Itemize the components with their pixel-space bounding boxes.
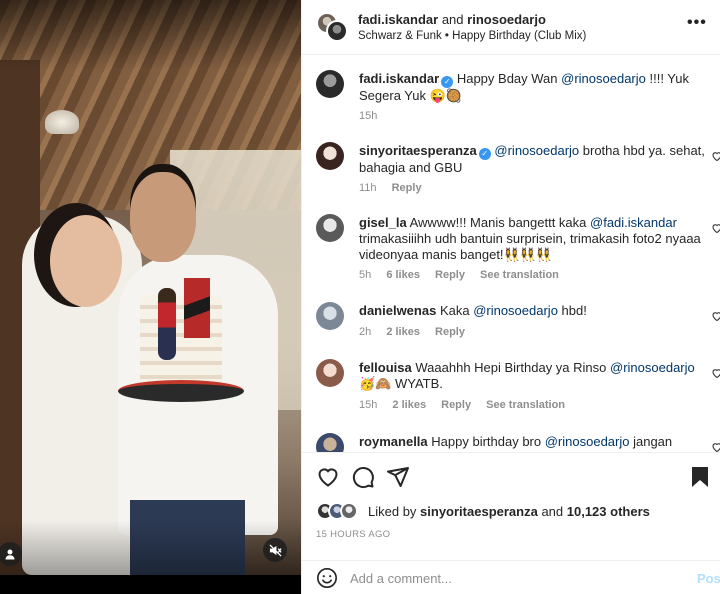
cake-plate xyxy=(118,380,244,402)
mention-link[interactable]: @rinosoedarjo xyxy=(610,360,695,375)
avatar xyxy=(340,502,358,520)
likes-count-link[interactable]: 10,123 others xyxy=(567,504,650,519)
user-icon xyxy=(5,549,15,560)
add-comment-bar: Post xyxy=(302,560,720,594)
comment-input[interactable] xyxy=(350,569,680,587)
verified-badge-icon: ✓ xyxy=(441,76,454,88)
comments-list[interactable]: fadi.iskandar ✓ Happy Bday Wan @rinosoeda… xyxy=(302,56,720,452)
username-link[interactable]: danielwenas xyxy=(359,303,436,318)
like-comment-heart-icon[interactable] xyxy=(711,222,720,234)
comment-time: 11h xyxy=(359,182,377,194)
comment-likes-count[interactable]: 6 likes xyxy=(386,269,420,281)
like-comment-heart-icon[interactable] xyxy=(711,367,720,379)
comment-likes-count[interactable]: 2 likes xyxy=(386,326,420,338)
mute-button[interactable] xyxy=(263,538,287,562)
reply-button[interactable]: Reply xyxy=(435,269,465,281)
likes-summary: Liked by sinyoritaesperanza and 10,123 o… xyxy=(302,500,720,524)
mention-link[interactable]: @rinosoedarjo xyxy=(561,71,646,86)
reply-button[interactable]: Reply xyxy=(392,182,422,194)
username-link[interactable]: gisel_la xyxy=(359,215,407,230)
comment-time: 15h xyxy=(359,110,378,122)
username-link[interactable]: fellouisa xyxy=(359,360,412,375)
username-link[interactable]: sinyoritaesperanza xyxy=(420,504,538,519)
avatar[interactable] xyxy=(316,214,344,242)
username-link[interactable]: fadi.iskandar xyxy=(358,12,438,27)
speaker-muted-icon xyxy=(268,543,282,557)
collab-usernames: fadi.iskandar and rinosoedarjo xyxy=(358,12,546,27)
username-link[interactable]: sinyoritaesperanza xyxy=(359,143,477,158)
reply-button[interactable]: Reply xyxy=(441,399,471,411)
comment-time: 15h xyxy=(359,399,378,411)
comment-likes-count[interactable]: 2 likes xyxy=(392,399,426,411)
share-paper-plane-icon[interactable] xyxy=(386,465,410,489)
like-heart-icon[interactable] xyxy=(316,465,340,489)
comment-bubble-icon[interactable] xyxy=(351,465,375,489)
liker-avatars[interactable] xyxy=(316,502,366,522)
emoji-icon[interactable] xyxy=(316,567,338,589)
post-photo xyxy=(0,0,301,575)
mention-link[interactable]: @rinosoedarjo xyxy=(494,143,579,158)
avatar[interactable] xyxy=(316,433,344,452)
mention-link[interactable]: @fadi.iskandar xyxy=(590,215,677,230)
instagram-post-modal: fadi.iskandar and rinosoedarjo Schwarz &… xyxy=(0,0,720,594)
avatar[interactable] xyxy=(316,70,344,98)
post-timestamp[interactable]: 15 HOURS AGO xyxy=(316,529,390,540)
reply-button[interactable]: Reply xyxy=(435,326,465,338)
ceiling-lamp xyxy=(45,110,79,134)
verified-badge-icon: ✓ xyxy=(478,148,491,160)
like-comment-heart-icon[interactable] xyxy=(711,150,720,162)
post-actions-bar xyxy=(302,452,720,502)
collab-avatars[interactable] xyxy=(316,12,348,42)
save-bookmark-icon[interactable] xyxy=(688,465,712,489)
comment-time: 2h xyxy=(359,326,372,338)
username-link[interactable]: fadi.iskandar xyxy=(359,71,439,86)
avatar xyxy=(326,20,348,42)
post-header: fadi.iskandar and rinosoedarjo Schwarz &… xyxy=(302,0,720,55)
like-comment-heart-icon[interactable] xyxy=(711,310,720,322)
post-media[interactable] xyxy=(0,0,301,594)
username-link[interactable]: roymanella xyxy=(359,434,428,449)
more-options-button[interactable]: ••• xyxy=(687,14,707,32)
avatar[interactable] xyxy=(316,359,344,387)
audio-track-link[interactable]: Schwarz & Funk • Happy Birthday (Club Mi… xyxy=(358,30,586,42)
post-details-panel: fadi.iskandar and rinosoedarjo Schwarz &… xyxy=(301,0,720,594)
see-translation-button[interactable]: See translation xyxy=(486,399,565,411)
username-link[interactable]: rinosoedarjo xyxy=(467,12,546,27)
like-comment-heart-icon[interactable] xyxy=(711,441,720,452)
cake-figurine xyxy=(158,288,176,360)
see-translation-button[interactable]: See translation xyxy=(480,269,559,281)
avatar[interactable] xyxy=(316,142,344,170)
avatar[interactable] xyxy=(316,302,344,330)
comment-time: 5h xyxy=(359,269,372,281)
post-comment-button[interactable]: Post xyxy=(697,571,720,586)
mention-link[interactable]: @rinosoedarjo xyxy=(473,303,558,318)
mention-link[interactable]: @rinosoedarjo xyxy=(545,434,630,449)
